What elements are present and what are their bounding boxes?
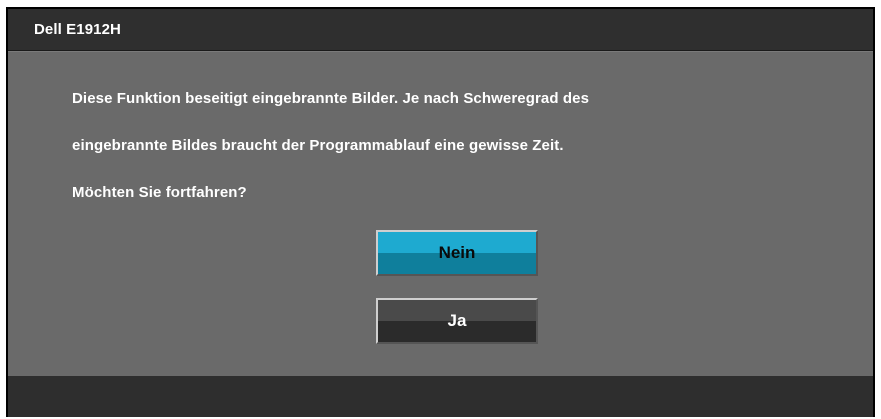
yes-button-label: Ja [447, 311, 467, 330]
message-line-1: Diese Funktion beseitigt eingebrannte Bi… [72, 90, 590, 107]
confirmation-question: Möchten Sie fortfahren? [72, 184, 247, 201]
yes-button[interactable]: Ja [376, 298, 538, 344]
no-button[interactable]: Nein [376, 230, 538, 276]
no-button-label: Nein [438, 243, 476, 262]
footer-bar [8, 376, 873, 417]
osd-frame: Dell E1912H Diese Funktion beseitigt ein… [8, 9, 873, 417]
title-bar: Dell E1912H [8, 9, 873, 51]
window-title: Dell E1912H [34, 21, 121, 38]
message-line-2: eingebrannte Bildes braucht der Programm… [72, 137, 564, 154]
content-panel: Diese Funktion beseitigt eingebrannte Bi… [8, 51, 873, 376]
osd-dialog: Dell E1912H Diese Funktion beseitigt ein… [6, 7, 875, 417]
